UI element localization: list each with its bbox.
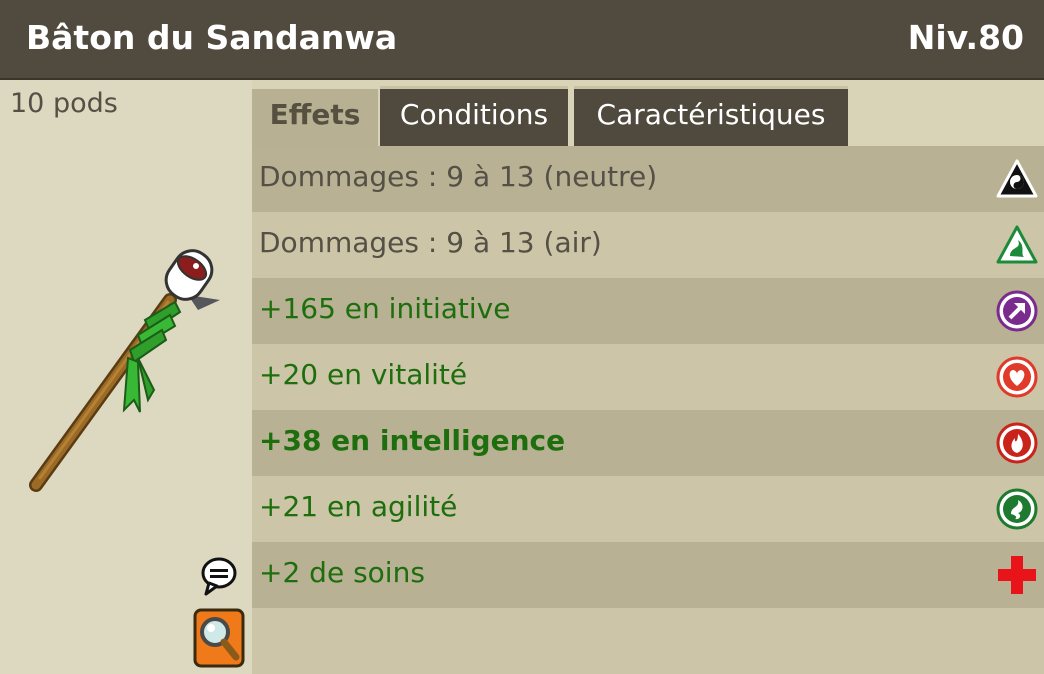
heal-icon [998, 556, 1036, 594]
initiative-icon [996, 290, 1038, 332]
air-element-icon [996, 225, 1038, 264]
item-weight: 10 pods [10, 88, 118, 119]
staff-icon [29, 249, 220, 492]
item-header: Bâton du Sandanwa Niv.80 [0, 0, 1044, 80]
item-title: Bâton du Sandanwa [26, 18, 398, 57]
item-preview-panel: 10 pods [0, 80, 252, 674]
effects-list: Dommages : 9 à 13 (neutre) Dommages : 9 … [252, 146, 1044, 674]
speech-bubble-icon[interactable] [200, 556, 238, 598]
tab-effets[interactable]: Effets [252, 86, 378, 146]
effect-row-empty [252, 608, 1044, 674]
effect-text: +38 en intelligence [259, 424, 566, 457]
effect-text: +165 en initiative [259, 292, 511, 325]
agility-icon [996, 488, 1038, 530]
tab-bar: Effets Conditions Caractéristiques [252, 80, 1044, 146]
effect-text: +21 en agilité [259, 490, 458, 523]
effect-text: +20 en vitalité [259, 358, 468, 391]
effect-row: Dommages : 9 à 13 (neutre) [252, 146, 1044, 212]
effect-row: +38 en intelligence [252, 410, 1044, 476]
effect-row: +20 en vitalité [252, 344, 1044, 410]
effect-row: +21 en agilité [252, 476, 1044, 542]
neutral-element-icon [996, 159, 1038, 198]
effect-row: Dommages : 9 à 13 (air) [252, 212, 1044, 278]
effect-text: Dommages : 9 à 13 (neutre) [259, 160, 658, 193]
tab-caracteristiques[interactable]: Caractéristiques [574, 86, 848, 146]
vitality-icon [996, 356, 1038, 398]
effect-row: +165 en initiative [252, 278, 1044, 344]
effect-text: +2 de soins [259, 556, 425, 589]
item-level: Niv.80 [907, 18, 1024, 57]
intelligence-icon [996, 422, 1038, 464]
tab-conditions[interactable]: Conditions [380, 86, 568, 146]
magnifier-icon[interactable] [193, 608, 245, 668]
effect-text: Dommages : 9 à 13 (air) [259, 226, 602, 259]
effect-row: +2 de soins [252, 542, 1044, 608]
